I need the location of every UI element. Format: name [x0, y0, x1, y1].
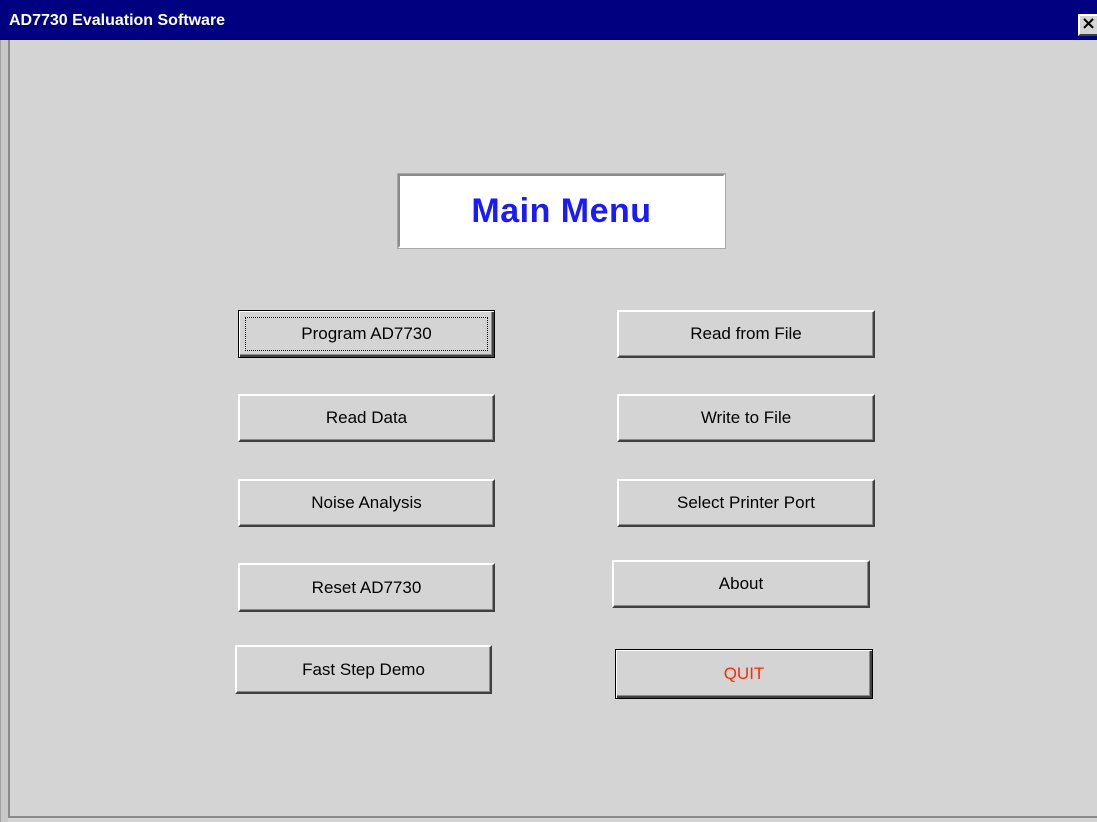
button-label: Fast Step Demo	[302, 659, 425, 679]
button-label: QUIT	[723, 664, 765, 683]
window-title: AD7730 Evaluation Software	[9, 12, 226, 29]
close-icon: ×	[1080, 14, 1097, 34]
button-label: About	[718, 574, 764, 593]
write-to-file-button[interactable]: Write to File	[617, 394, 875, 442]
reset-ad7730-button[interactable]: Reset AD7730	[238, 563, 495, 612]
button-label: Read Data	[325, 408, 408, 427]
about-button[interactable]: About	[612, 560, 870, 608]
select-printer-port-button[interactable]: Select Printer Port	[617, 479, 875, 527]
fast-step-demo-button[interactable]: Fast Step Demo	[235, 645, 492, 694]
page-title: Main Menu	[471, 191, 652, 230]
button-label: Read from File	[690, 324, 802, 343]
main-panel	[8, 40, 1097, 818]
close-button[interactable]: ×	[1078, 14, 1097, 36]
main-menu-header: Main Menu	[397, 173, 726, 249]
read-from-file-button[interactable]: Read from File	[617, 310, 875, 358]
window-frame-left	[0, 40, 8, 822]
read-data-button[interactable]: Read Data	[238, 394, 495, 442]
button-label: Program AD7730	[301, 324, 432, 343]
program-ad7730-button[interactable]: Program AD7730	[238, 310, 495, 358]
button-label: Noise Analysis	[311, 493, 422, 512]
quit-button[interactable]: QUIT	[615, 649, 873, 699]
button-label: Reset AD7730	[311, 577, 422, 597]
noise-analysis-button[interactable]: Noise Analysis	[238, 479, 495, 527]
title-bar: AD7730 Evaluation Software ×	[0, 0, 1097, 40]
button-label: Select Printer Port	[677, 493, 815, 512]
app-window: AD7730 Evaluation Software × Main Menu P…	[0, 0, 1097, 822]
button-label: Write to File	[700, 408, 792, 427]
